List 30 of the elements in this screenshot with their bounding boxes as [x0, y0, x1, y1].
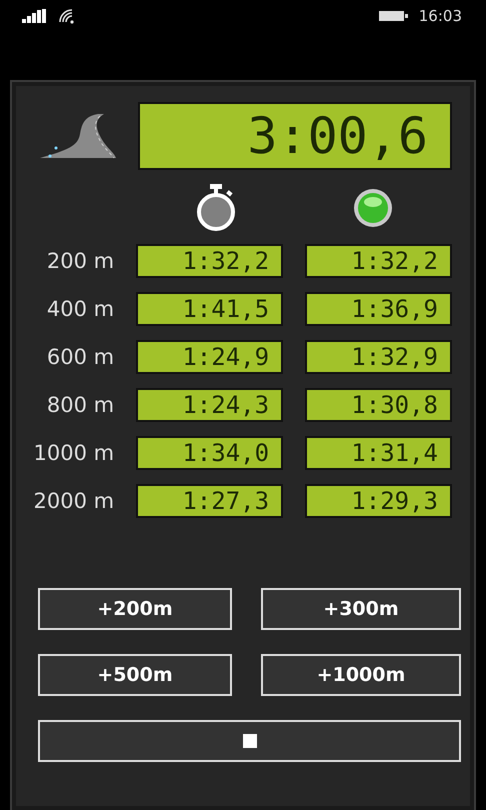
distance-label: 1000 m	[32, 441, 114, 465]
lap-time-display: 1:32,2	[136, 244, 284, 278]
lap-time-display: 1:34,0	[136, 436, 284, 470]
status-time: 16:03	[418, 7, 462, 25]
wifi-icon	[58, 8, 76, 24]
add-distance-button[interactable]: +1000m	[261, 654, 461, 696]
distance-label: 600 m	[46, 345, 114, 369]
stop-button[interactable]	[38, 720, 461, 762]
distance-label: 400 m	[46, 297, 114, 321]
stop-icon	[242, 734, 256, 748]
distance-label: 2000 m	[32, 489, 114, 513]
lap-time-display: 1:24,3	[136, 388, 284, 422]
average-time-display: 1:36,9	[305, 292, 452, 326]
signal-icon	[22, 9, 48, 23]
main-time-display: 3:00,6	[138, 102, 452, 170]
add-distance-button[interactable]: +200m	[38, 588, 232, 630]
stopwatch-icon	[196, 184, 236, 232]
add-distance-button[interactable]: +300m	[261, 588, 461, 630]
average-time-display: 1:30,8	[305, 388, 452, 422]
average-time-display: 1:31,4	[305, 436, 452, 470]
average-time-display: 1:32,9	[305, 340, 452, 374]
add-distance-button[interactable]: +500m	[38, 654, 232, 696]
distance-label: 800 m	[46, 393, 114, 417]
lap-time-display: 1:41,5	[136, 292, 284, 326]
lap-time-display: 1:24,9	[136, 340, 284, 374]
average-time-display: 1:32,2	[305, 244, 452, 278]
lap-time-display: 1:27,3	[136, 484, 284, 518]
average-time-display: 1:29,3	[305, 484, 452, 518]
battery-icon	[378, 10, 409, 22]
distance-label: 200 m	[46, 249, 114, 273]
